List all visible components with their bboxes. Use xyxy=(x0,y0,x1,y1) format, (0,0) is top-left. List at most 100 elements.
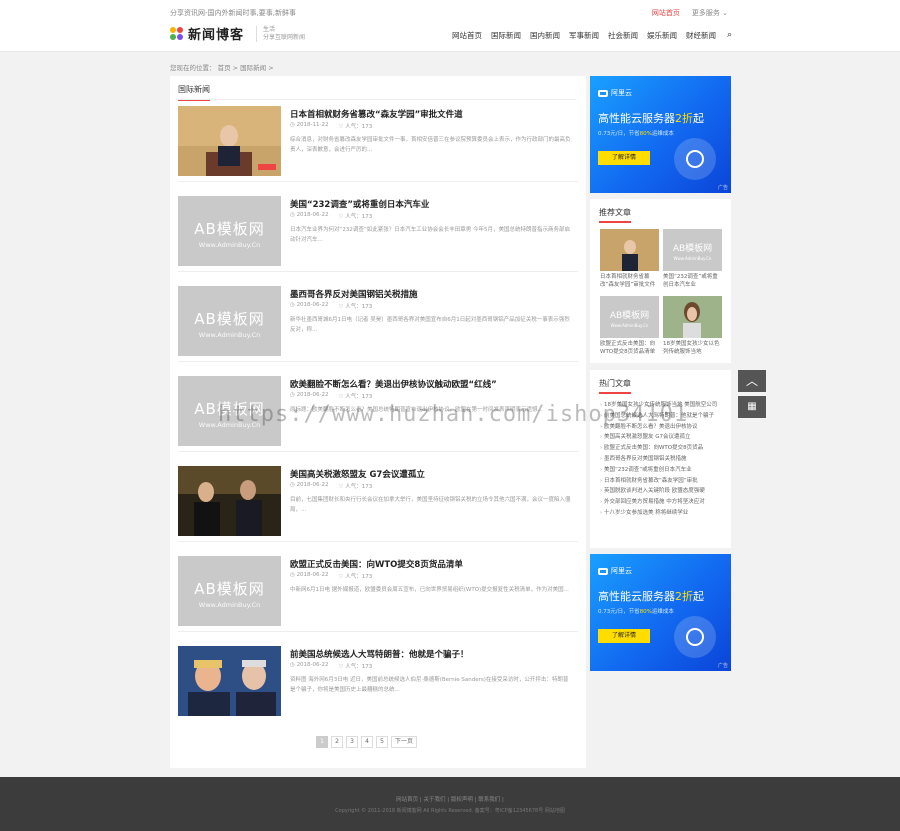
nav-item-finance[interactable]: 财经新闻 xyxy=(686,30,716,41)
site-footer: 网站首页 | 关于我们 | 版权声明 | 联系我们 | Copyright © … xyxy=(0,777,900,831)
hot-list-item[interactable]: 墨西哥各界反对美国钢铝关税措施 xyxy=(600,454,724,465)
page-4-button[interactable]: 4 xyxy=(361,736,373,748)
recommend-caption[interactable]: 欧盟正式反击美国：向WTO提交8页货品清单 xyxy=(600,340,659,356)
site-logo[interactable]: 新闻博客 生活 分享互联网新闻 xyxy=(170,24,305,43)
heart-icon: ♡ 人气：173 xyxy=(338,664,373,670)
article-meta: ◷ 2018-06-22 ♡ 人气：173 xyxy=(290,482,372,490)
article-meta: ◷ 2018-11-22 ♡ 人气：173 xyxy=(290,122,372,130)
cloud-logo-icon xyxy=(598,567,608,575)
ad-banner-bottom[interactable]: 阿里云 高性能云服务器2折起 0.73元/日，节省80%运维成本 了解详情 广告 xyxy=(590,554,731,671)
more-services-link[interactable]: 更多服务 ⌄ xyxy=(692,8,728,18)
clock-icon: ◷ 2018-11-22 xyxy=(290,122,329,128)
clock-icon: ◷ 2018-06-22 xyxy=(290,572,329,578)
article-item[interactable]: 日本首相就财务省篡改“森友学园”审批文件道 ◷ 2018-11-22 ♡ 人气：… xyxy=(178,102,578,182)
heart-icon: ♡ 人气：173 xyxy=(338,394,373,400)
page-5-button[interactable]: 5 xyxy=(376,736,388,748)
back-to-top-button[interactable]: ︿ xyxy=(738,370,766,392)
top-header: 分享资讯网-国内外新闻时事,要事,新鲜事 网站首页 更多服务 ⌄ 新闻博客 生活… xyxy=(0,0,900,52)
recommend-item[interactable]: AB模板网 Www.AdminBuy.Cn 欧盟正式反击美国：向WTO提交8页货… xyxy=(600,296,659,356)
article-item[interactable]: 前美国总统候选人大骂特朗普：他就是个骗子！ ◷ 2018-06-22 ♡ 人气：… xyxy=(178,642,578,722)
server-icon xyxy=(674,616,716,658)
clock-icon: ◷ 2018-06-22 xyxy=(290,662,329,668)
article-summary: 新华社墨西哥城6月1日电（记者 吴昊）墨西哥各界对美国宣布自6月1日起对墨西哥钢… xyxy=(290,317,570,333)
clock-icon: ◷ 2018-06-22 xyxy=(290,302,329,308)
article-thumbnail[interactable]: AB模板网 Www.AdminBuy.Cn xyxy=(178,556,281,626)
nav-item-entertainment[interactable]: 娱乐新闻 xyxy=(647,30,677,41)
logo-slogan: 生活 分享互联网新闻 xyxy=(256,25,305,42)
recommend-thumbnail[interactable]: AB模板网 Www.AdminBuy.Cn xyxy=(663,229,722,271)
recommend-thumbnail[interactable] xyxy=(663,296,722,338)
page-3-button[interactable]: 3 xyxy=(346,736,358,748)
nav-item-home[interactable]: 网站首页 xyxy=(452,30,482,41)
ad-subtext: 0.73元/日，节省80%运维成本 xyxy=(598,609,674,615)
server-icon xyxy=(674,138,716,180)
top-home-link[interactable]: 网站首页 xyxy=(652,8,680,18)
watermark-text: https://www.huzhan.com/ishop34101 xyxy=(218,402,689,427)
ad-subtext: 0.73元/日，节省80%运维成本 xyxy=(598,131,674,137)
recommend-caption[interactable]: 18岁美国女孩少女以色列传统服饰当地 xyxy=(663,340,722,356)
article-item[interactable]: AB模板网 Www.AdminBuy.Cn 欧盟正式反击美国：向WTO提交8页货… xyxy=(178,552,578,632)
search-icon[interactable]: ⌕ xyxy=(727,30,732,41)
article-title[interactable]: 日本首相就财务省篡改“森友学园”审批文件道 xyxy=(290,108,463,120)
nav-item-society[interactable]: 社会新闻 xyxy=(608,30,638,41)
recommend-item[interactable]: 日本首相就财务省篡改“森友学园”审批文件 xyxy=(600,229,659,289)
hot-list-item[interactable]: 美国“232调查”或将重创日本汽车业 xyxy=(600,465,724,476)
article-summary: 目前，七国集团财长和央行行长会议在加拿大举行，美国坚持征收钢铝关税的立场令其他六… xyxy=(290,497,571,513)
article-summary: 资料图 海外网6月3日电 近日，美国前总统候选人伯尼·桑德斯(Bernie Sa… xyxy=(290,677,569,693)
hot-list-item[interactable]: 日本首相就财务省篡改“森友学园”审批 xyxy=(600,476,724,487)
footer-links[interactable]: 网站首页 | 关于我们 | 版权声明 | 联系我们 | xyxy=(0,795,900,803)
article-title[interactable]: 欧盟正式反击美国：向WTO提交8页货品清单 xyxy=(290,558,463,570)
ad-headline: 高性能云服务器2折起 xyxy=(598,112,704,125)
article-item[interactable]: 美国高关税激怒盟友 G7会议遭孤立 ◷ 2018-06-22 ♡ 人气：173 … xyxy=(178,462,578,542)
article-title[interactable]: 美国高关税激怒盟友 G7会议遭孤立 xyxy=(290,468,425,480)
article-thumbnail[interactable] xyxy=(178,106,281,176)
article-item[interactable]: AB模板网 Www.AdminBuy.Cn 美国“232调查”或将重创日本汽车业… xyxy=(178,192,578,272)
article-summary: 中新网6月1日电 据外媒报道，欧盟委员会周五宣布，已向世界贸易组织(WTO)提交… xyxy=(290,587,569,593)
ad-tag: 广告 xyxy=(717,663,728,669)
article-meta: ◷ 2018-06-22 ♡ 人气：173 xyxy=(290,572,372,580)
hot-list-item[interactable]: 英国脱欧谈判进入关键阶段 欧盟态度强硬 xyxy=(600,486,724,497)
ad-learn-more-button[interactable]: 了解详情 xyxy=(598,629,650,643)
ad-headline: 高性能云服务器2折起 xyxy=(598,590,704,603)
top-links: 网站首页 更多服务 ⌄ xyxy=(652,8,728,18)
article-thumbnail[interactable]: AB模板网 Www.AdminBuy.Cn xyxy=(178,196,281,266)
ad-learn-more-button[interactable]: 了解详情 xyxy=(598,151,650,165)
page-1-button[interactable]: 1 xyxy=(316,736,328,748)
recommend-caption[interactable]: 美国“232调查”或将重创日本汽车业 xyxy=(663,273,722,289)
breadcrumb: 您现在的位置： 首页 > 国际新闻 > xyxy=(170,64,274,72)
pagination: 1 2 3 4 5 下一页 xyxy=(316,736,418,748)
hot-list-item[interactable]: 美国高关税激怒盟友 G7会议遭孤立 xyxy=(600,432,724,443)
page-2-button[interactable]: 2 xyxy=(331,736,343,748)
recommend-thumbnail[interactable]: AB模板网 Www.AdminBuy.Cn xyxy=(600,296,659,338)
hot-list-item[interactable]: 外交部回应美方贸易措施 中方将坚决应对 xyxy=(600,497,724,508)
heart-icon: ♡ 人气：173 xyxy=(338,124,373,130)
article-thumbnail[interactable]: AB模板网 Www.AdminBuy.Cn xyxy=(178,286,281,356)
recommend-title: 推荐文章 xyxy=(599,207,631,223)
recommend-item[interactable]: 18岁美国女孩少女以色列传统服饰当地 xyxy=(663,296,722,356)
article-item[interactable]: AB模板网 Www.AdminBuy.Cn 墨西哥各界反对美国钢铝关税措施 ◷ … xyxy=(178,282,578,362)
hot-list-item[interactable]: 欧盟正式反击美国：向WTO提交8页货品 xyxy=(600,443,724,454)
article-title[interactable]: 前美国总统候选人大骂特朗普：他就是个骗子！ xyxy=(290,648,469,660)
article-thumbnail[interactable] xyxy=(178,646,281,716)
hot-list-item[interactable]: 十八岁少女参加选美 称将继续学业 xyxy=(600,508,724,519)
article-title[interactable]: 美国“232调查”或将重创日本汽车业 xyxy=(290,198,429,210)
cloud-brand: 阿里云 xyxy=(598,88,632,98)
next-page-button[interactable]: 下一页 xyxy=(391,736,418,748)
article-title[interactable]: 墨西哥各界反对美国钢铝关税措施 xyxy=(290,288,418,300)
recommend-caption[interactable]: 日本首相就财务省篡改“森友学园”审批文件 xyxy=(600,273,659,289)
recommend-widget: 推荐文章 日本首相就财务省篡改“森友学园”审批文件 AB模板网 Www.Admi… xyxy=(590,199,731,363)
heart-icon: ♡ 人气：173 xyxy=(338,214,373,220)
recommend-thumbnail[interactable] xyxy=(600,229,659,271)
qrcode-button[interactable]: ▦ xyxy=(738,396,766,418)
nav-item-military[interactable]: 军事新闻 xyxy=(569,30,599,41)
article-thumbnail[interactable] xyxy=(178,466,281,536)
article-meta: ◷ 2018-06-22 ♡ 人气：173 xyxy=(290,662,372,670)
nav-item-international[interactable]: 国际新闻 xyxy=(491,30,521,41)
article-meta: ◷ 2018-06-22 ♡ 人气：173 xyxy=(290,392,372,400)
article-title[interactable]: 欧美翻脸不断怎么看？美退出伊核协议触动欧盟“红线” xyxy=(290,378,497,390)
hot-articles-widget: 热门文章 18岁美国女孩少女传统服饰当地 美国航空公司 前美国总统候选人大骂特朗… xyxy=(590,370,731,548)
ad-banner-top[interactable]: 阿里云 高性能云服务器2折起 0.73元/日，节省80%运维成本 了解详情 广告 xyxy=(590,76,731,193)
nav-item-domestic[interactable]: 国内新闻 xyxy=(530,30,560,41)
footer-copyright: Copyright © 2011-2018 新闻博客网 All Rights R… xyxy=(335,808,565,814)
recommend-item[interactable]: AB模板网 Www.AdminBuy.Cn 美国“232调查”或将重创日本汽车业 xyxy=(663,229,722,289)
